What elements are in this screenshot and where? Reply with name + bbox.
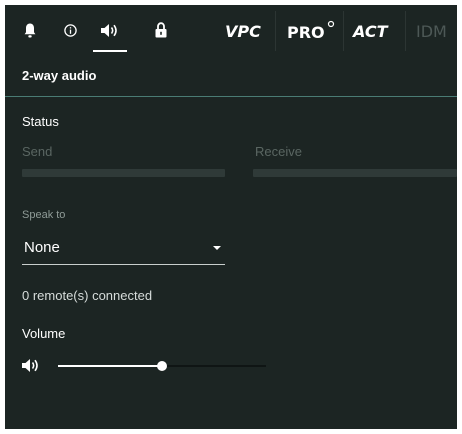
speaker-icon[interactable] [22, 358, 42, 374]
remote-connection-count: 0 remote(s) connected [22, 288, 153, 303]
lock-icon[interactable] [153, 19, 169, 41]
volume-slider-fill [58, 365, 162, 367]
svg-text:IDM: IDM [416, 22, 447, 41]
send-label: Send [22, 144, 53, 159]
toolbar-divider [405, 11, 406, 51]
receive-level-meter [253, 169, 457, 177]
panel-title: 2-way audio [22, 68, 97, 83]
volume-slider-thumb[interactable] [157, 361, 167, 371]
volume-title: Volume [22, 326, 66, 341]
info-icon[interactable] [62, 19, 78, 41]
svg-text:ACT: ACT [351, 22, 389, 41]
panel-header: 2-way audio [5, 56, 457, 97]
volume-slider[interactable] [58, 357, 266, 375]
speak-to-label: Speak to [22, 209, 66, 221]
toolbar-divider [275, 11, 276, 51]
send-level-meter [22, 169, 225, 177]
receive-label: Receive [255, 144, 302, 159]
svg-text:PRO: PRO [287, 23, 325, 42]
pro-logo[interactable]: PRO [286, 18, 336, 44]
status-title: Status [22, 114, 59, 129]
speak-to-select[interactable]: None [22, 235, 225, 265]
speak-to-value: None [24, 239, 60, 256]
bell-icon[interactable] [22, 19, 38, 41]
svg-text:VPC: VPC [225, 22, 261, 41]
act-logo[interactable]: ACT [351, 18, 397, 44]
vpc-logo[interactable]: VPC [223, 18, 267, 44]
active-tab-indicator [93, 50, 127, 52]
speaker-icon[interactable] [100, 19, 120, 41]
top-toolbar: VPC PRO ACT IDM [5, 5, 457, 56]
two-way-audio-panel: VPC PRO ACT IDM 2-way audio Status Send … [5, 5, 457, 429]
toolbar-divider [343, 11, 344, 51]
caret-down-icon [213, 246, 221, 250]
idm-logo[interactable]: IDM [415, 18, 457, 44]
